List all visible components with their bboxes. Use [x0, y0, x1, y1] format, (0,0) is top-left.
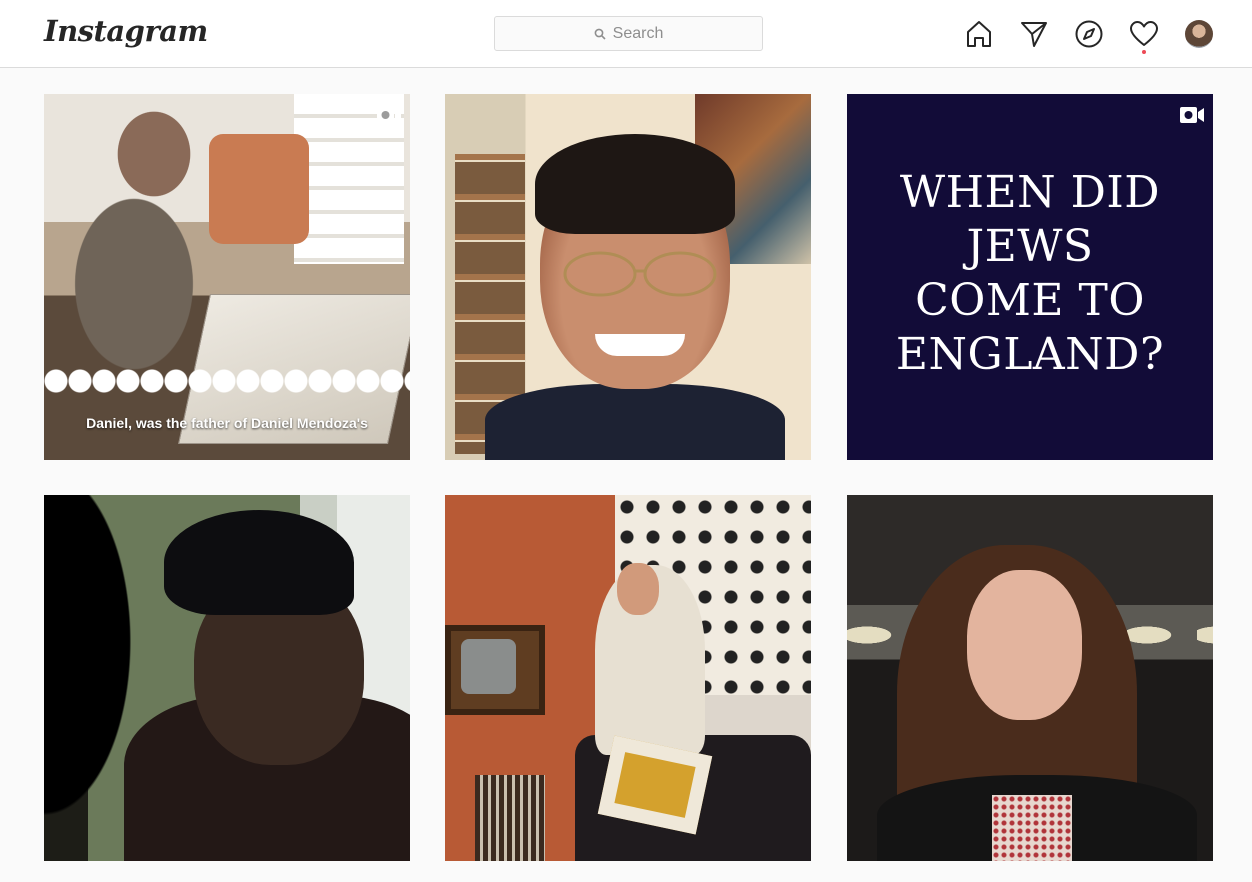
explore-button[interactable]	[1072, 17, 1106, 51]
activity-button[interactable]	[1127, 17, 1161, 51]
direct-message-icon	[1021, 22, 1047, 47]
photo-detail	[617, 563, 659, 615]
headline-line: ENGLAND?	[895, 329, 1165, 380]
post-tile[interactable]	[445, 495, 811, 861]
video-caption: Daniel, was the father of Daniel Mendoza…	[86, 415, 368, 431]
search-box[interactable]: Search	[494, 16, 763, 51]
headline-line: WHEN DID	[899, 167, 1161, 218]
photo-detail	[44, 495, 154, 861]
post-tile[interactable]	[44, 495, 410, 861]
photo-detail	[209, 134, 309, 244]
video-icon	[377, 107, 401, 123]
heart-icon	[1130, 21, 1158, 46]
photo-detail	[967, 570, 1082, 720]
post-headline: WHEN DID JEWS COME TO ENGLAND?	[847, 166, 1213, 382]
headline-line: COME TO	[915, 275, 1145, 326]
notification-dot	[1142, 50, 1146, 54]
photo-detail	[485, 384, 785, 460]
home-button[interactable]	[962, 17, 996, 51]
subtitle-bar	[44, 366, 410, 396]
photo-detail	[445, 625, 545, 715]
post-tile[interactable]: Daniel, was the father of Daniel Mendoza…	[44, 94, 410, 460]
post-tile[interactable]: WHEN DID JEWS COME TO ENGLAND?	[847, 94, 1213, 460]
photo-detail	[992, 795, 1072, 861]
home-icon	[967, 21, 991, 47]
direct-messages-button[interactable]	[1017, 17, 1051, 51]
photo-detail	[563, 251, 717, 297]
explore-compass-icon	[1075, 20, 1103, 48]
search-placeholder: Search	[612, 24, 664, 42]
photo-detail	[475, 775, 545, 861]
photo-detail	[164, 510, 354, 615]
top-navigation-bar: Instagram Search	[0, 0, 1252, 68]
search-icon	[594, 28, 606, 40]
profile-avatar[interactable]	[1185, 20, 1213, 48]
video-icon	[1180, 107, 1204, 123]
post-tile[interactable]	[847, 495, 1213, 861]
post-tile[interactable]	[445, 94, 811, 460]
headline-line: JEWS	[966, 221, 1094, 272]
photo-detail	[595, 334, 685, 356]
photo-detail	[535, 134, 735, 234]
instagram-logo[interactable]: Instagram	[44, 14, 208, 48]
